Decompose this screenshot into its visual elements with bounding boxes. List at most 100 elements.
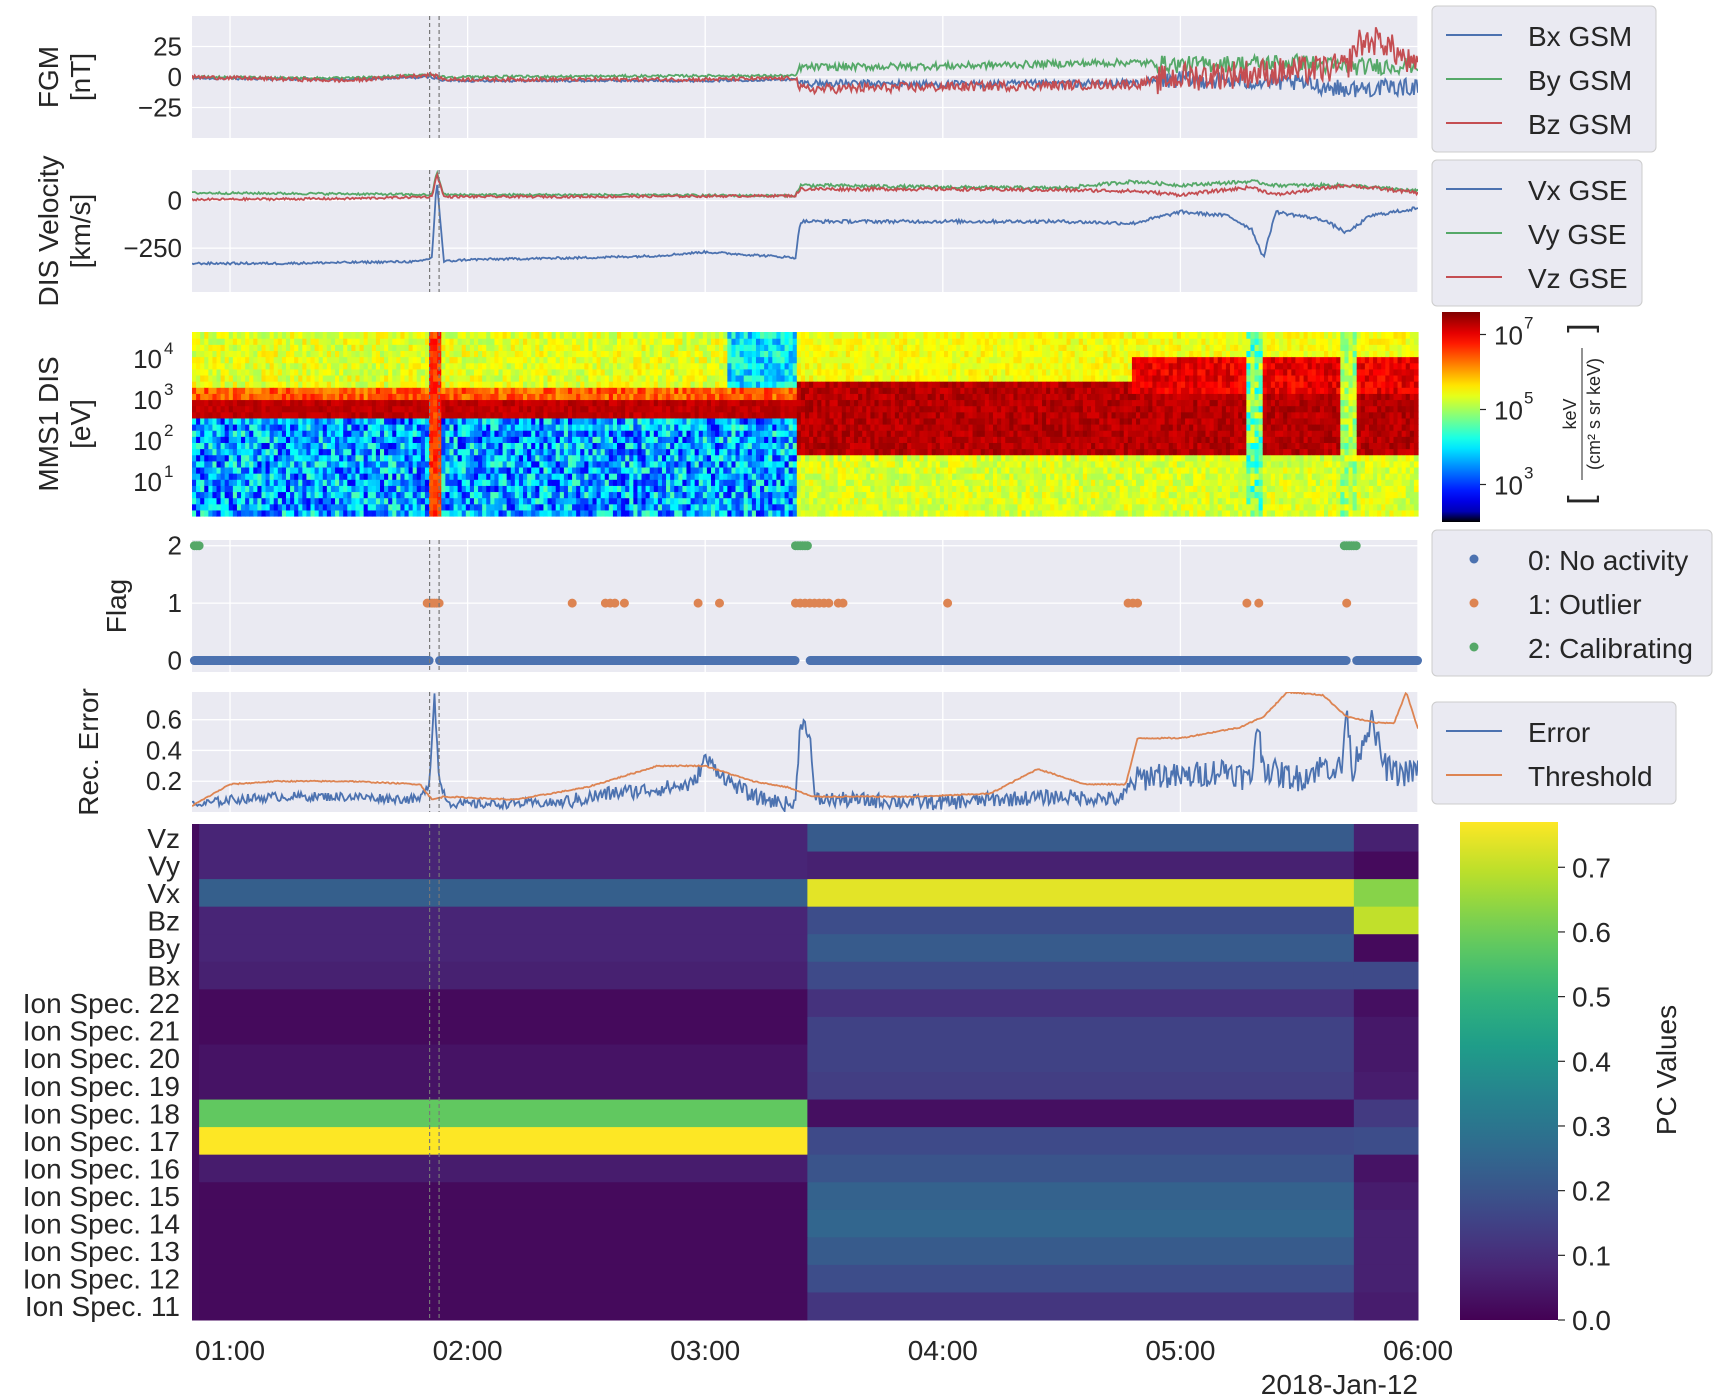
spectrogram-cell (596, 430, 602, 437)
spectrogram-cell (751, 344, 757, 351)
spectrogram-cell (494, 473, 500, 480)
spectrogram-cell (682, 509, 688, 517)
spectrogram-cell (747, 356, 753, 364)
spectrogram-cell (621, 356, 626, 364)
spectrogram-cell (498, 448, 504, 456)
spectrogram-cell (461, 332, 467, 339)
spectrogram-cell (224, 368, 230, 376)
spectrogram-cell (760, 362, 765, 370)
spectrogram-cell (208, 399, 214, 407)
spectrogram-cell (404, 509, 410, 517)
spectrogram-cell (780, 485, 786, 493)
spectrogram-cell (796, 368, 802, 376)
spectrogram-cell (543, 387, 549, 394)
spectrogram-cell (318, 350, 324, 358)
spectrogram-cell (351, 491, 357, 499)
spectrogram-cell (298, 442, 303, 450)
spectrogram-cell (551, 509, 557, 517)
spectrogram-cell (196, 448, 201, 456)
spectrogram-cell (400, 350, 406, 358)
spectrogram-cell (457, 424, 463, 431)
spectrogram-cell (678, 485, 683, 493)
spectrogram-cell (412, 368, 418, 376)
spectrogram-cell (751, 399, 757, 407)
spectrogram-cell (257, 448, 263, 456)
spectrogram-cell (531, 491, 536, 499)
spectrogram-cell (200, 424, 205, 431)
spectrogram-cell (473, 381, 479, 388)
spectrogram-cell (371, 430, 377, 437)
spectrogram-cell (637, 350, 643, 358)
spectrogram-cell (514, 460, 520, 468)
spectrogram-cell (502, 430, 508, 437)
spectrogram-cell (281, 350, 287, 358)
spectrogram-cell (711, 479, 716, 486)
spectrogram-cell (535, 338, 540, 345)
spectrogram-cell (576, 497, 581, 505)
spectrogram-cell (277, 393, 283, 401)
spectrogram-cell (469, 399, 475, 407)
spectrogram-cell (269, 405, 275, 413)
spectrogram-cell (257, 332, 263, 339)
spectrogram-cell (396, 368, 402, 376)
spectrogram-cell (670, 454, 675, 462)
spectrogram-cell (228, 491, 234, 499)
spectrogram-cell (396, 485, 402, 493)
spectrogram-cell (649, 411, 655, 419)
spectrogram-cell (841, 430, 847, 437)
spectrogram-cell (833, 491, 839, 499)
spectrogram-cell (388, 436, 393, 443)
spectrogram-cell (482, 350, 487, 358)
spectrogram-cell (572, 387, 577, 394)
spectrogram-cell (776, 479, 782, 486)
spectrogram-cell (805, 460, 810, 468)
spectrogram-cell (604, 381, 610, 388)
spectrogram-cell (555, 368, 561, 376)
spectrogram-cell (482, 430, 487, 437)
spectrogram-cell (404, 485, 410, 493)
spectrogram-cell (674, 405, 679, 413)
spectrogram-cell (457, 344, 463, 351)
spectrogram-cell (232, 454, 238, 462)
spectrogram-cell (563, 387, 569, 394)
spectrogram-cell (453, 381, 459, 388)
spectrogram-cell (518, 509, 524, 517)
spectrogram-cell (212, 381, 218, 388)
spectrogram-cell (788, 399, 794, 407)
spectrogram-cell (854, 430, 859, 437)
spectrogram-cell (335, 473, 340, 480)
spectrogram-cell (776, 503, 782, 511)
spectrogram-cell (502, 436, 508, 443)
spectrogram-cell (633, 350, 639, 358)
spectrogram-cell (502, 460, 508, 468)
spectrogram-cell (490, 424, 496, 431)
spectrogram-cell (637, 387, 643, 394)
spectrogram-cell (743, 411, 749, 419)
spectrogram-cell (232, 491, 238, 499)
spectrogram-cell (641, 473, 647, 480)
spectrogram-cell (502, 503, 508, 511)
spectrogram-cell (563, 338, 569, 345)
spectrogram-cell (666, 460, 671, 468)
spectrogram-cell (543, 405, 549, 413)
spectrogram-cell (326, 497, 332, 505)
spectrogram-cell (784, 387, 790, 394)
spectrogram-cell (473, 399, 479, 407)
spectrogram-cell (559, 387, 565, 394)
spectrogram-cell (290, 430, 295, 437)
spectrogram-cell (392, 424, 397, 431)
spectrogram-cell (821, 411, 827, 419)
spectrogram-cell (347, 485, 352, 493)
spectrogram-cell (347, 430, 352, 437)
spectrogram-cell (310, 466, 316, 474)
spectrogram-cell (727, 497, 733, 505)
spectrogram-cell (543, 479, 549, 486)
spectrogram-cell (212, 497, 218, 505)
spectrogram-cell (551, 497, 557, 505)
spectrogram-cell (711, 362, 716, 370)
spectrogram-cell (236, 491, 242, 499)
spectrogram-cell (412, 417, 418, 425)
spectrogram-cell (424, 350, 430, 358)
spectrogram-cell (735, 503, 741, 511)
spectrogram-cell (490, 356, 496, 364)
